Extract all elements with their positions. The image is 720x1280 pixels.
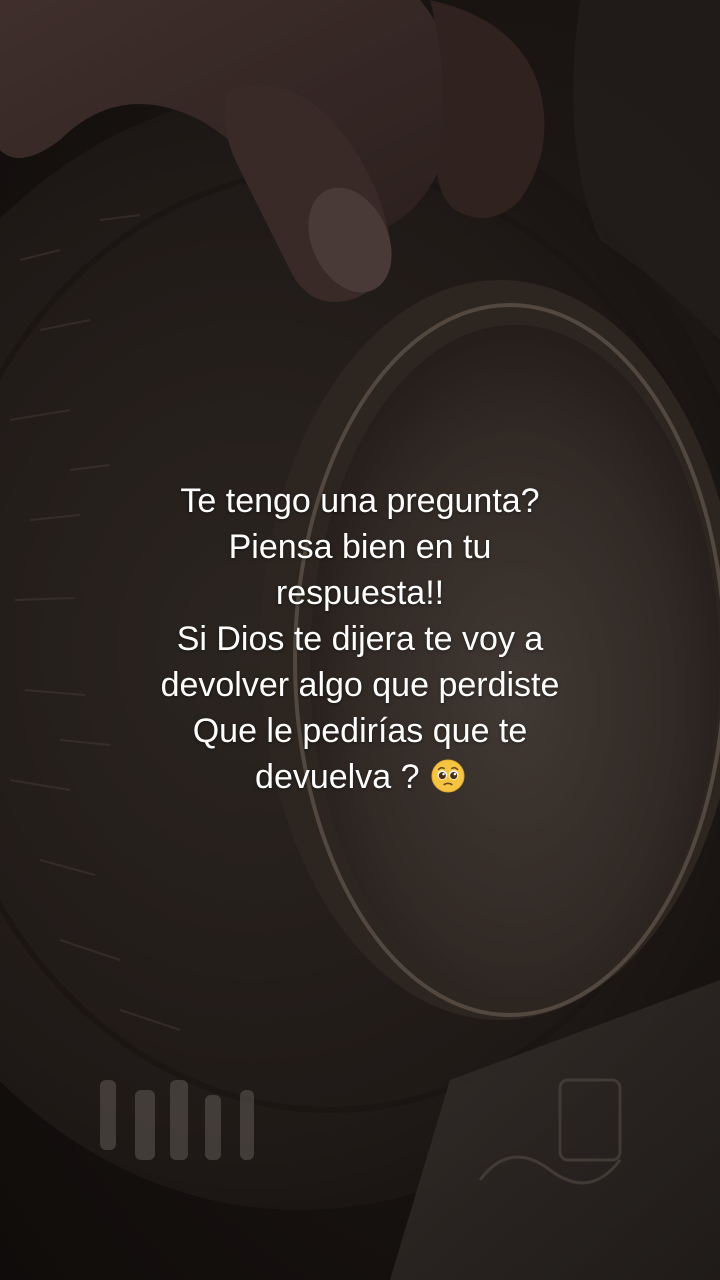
caption-line: Si Dios te dijera te voy a: [176, 620, 544, 658]
caption-line-text: devuelva ?: [255, 758, 420, 796]
caption-text: Te tengo una pregunta? Piensa bien en tu…: [60, 478, 660, 800]
caption-line: Piensa bien en tu: [228, 528, 492, 566]
caption-line: Que le pedirías que te: [192, 712, 528, 750]
caption-line: devolver algo que perdiste: [160, 666, 560, 704]
video-frame: Te tengo una pregunta? Piensa bien en tu…: [0, 0, 720, 1280]
caption-line: respuesta!!: [275, 574, 445, 612]
pleading-face-emoji: [431, 759, 465, 793]
caption-line: Te tengo una pregunta?: [180, 482, 540, 520]
caption-last-line: devuelva ?: [60, 754, 660, 800]
